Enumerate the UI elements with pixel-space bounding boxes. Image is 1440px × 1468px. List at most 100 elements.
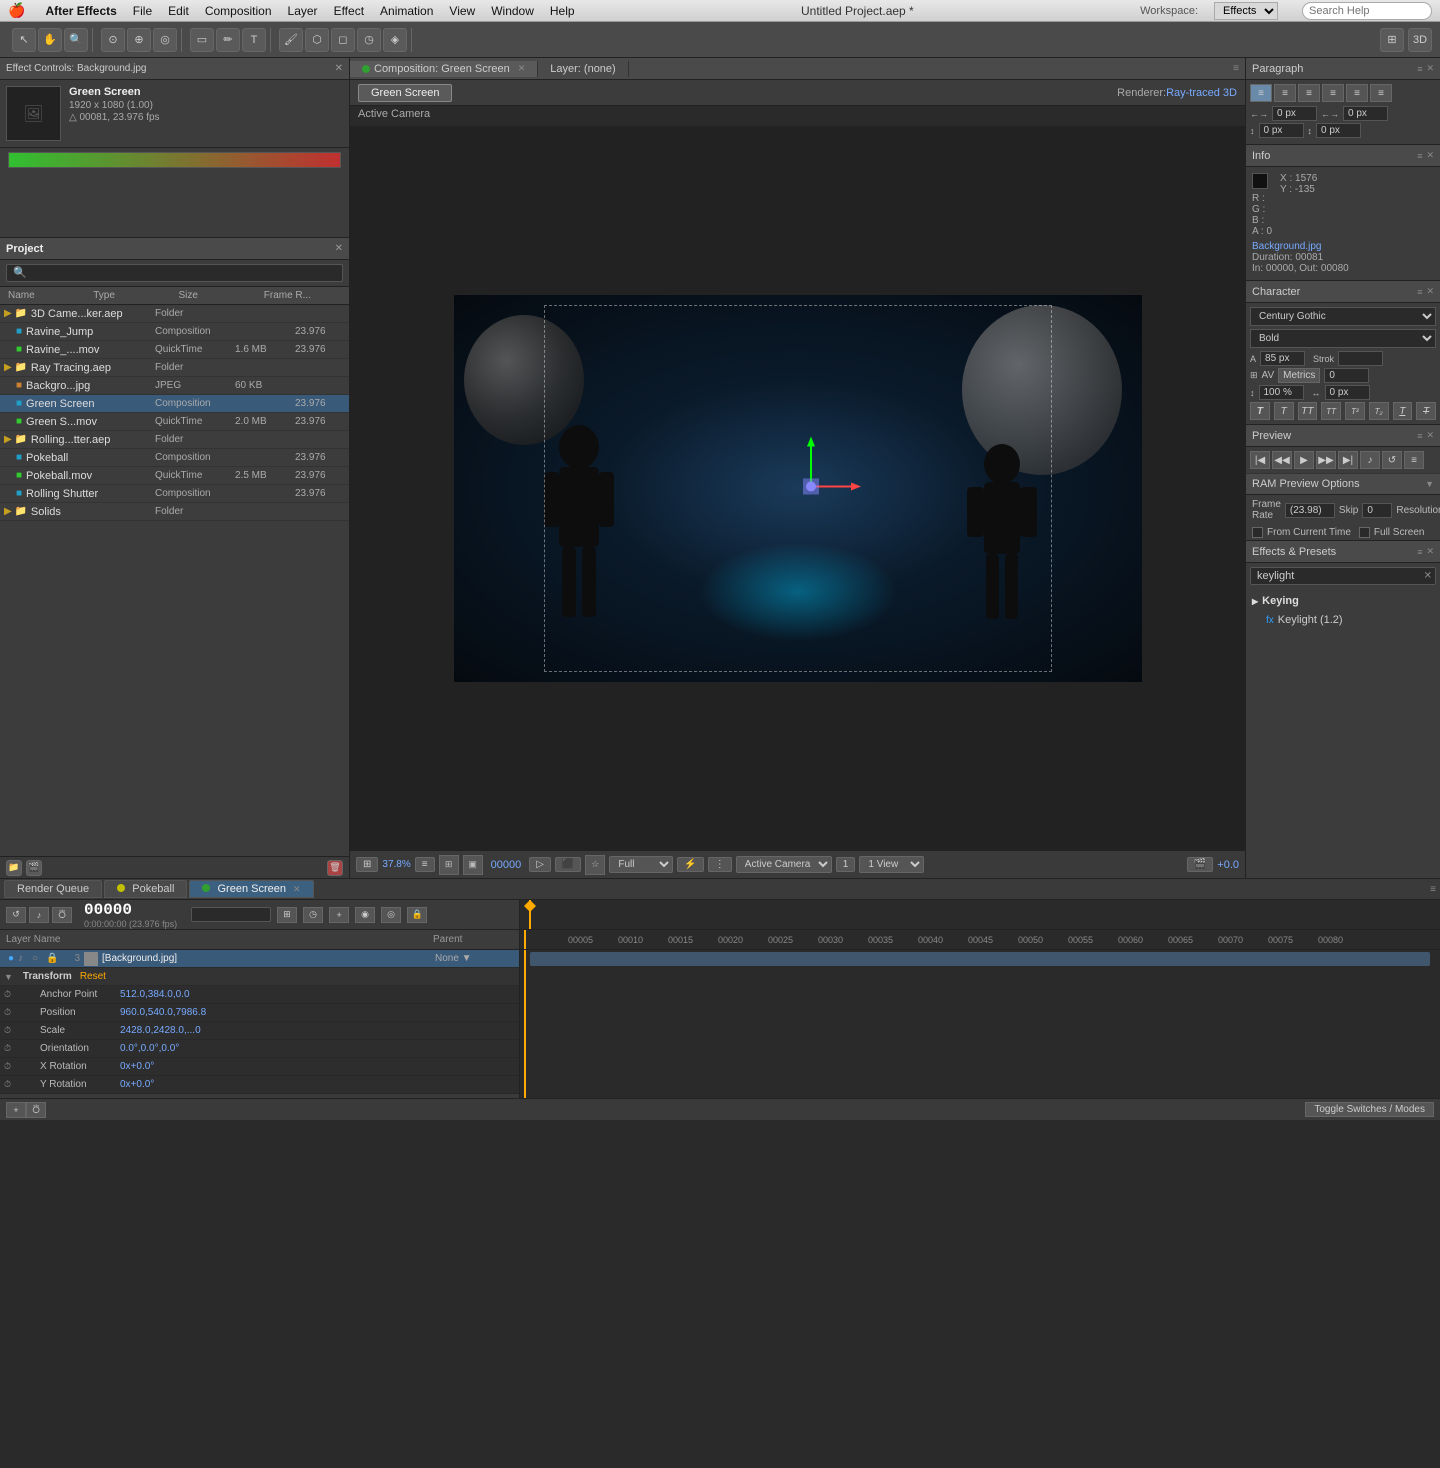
sub-btn[interactable]: T₂ bbox=[1369, 402, 1389, 420]
v-scale-input[interactable] bbox=[1259, 385, 1304, 400]
full-screen-checkbox[interactable] bbox=[1359, 527, 1370, 538]
render-btn[interactable]: 🎬 bbox=[1187, 857, 1213, 872]
h-scale-input[interactable] bbox=[1325, 385, 1370, 400]
text-tool[interactable]: T bbox=[242, 28, 266, 52]
layer-audio-btn[interactable]: ♪ bbox=[18, 953, 32, 964]
prev-frame-btn[interactable]: ◀◀ bbox=[1272, 451, 1292, 469]
file-row-greenscreen[interactable]: ■ Green Screen Composition 23.976 bbox=[0, 395, 349, 413]
preview-opt-btn[interactable]: ≡ bbox=[1404, 451, 1424, 469]
clone-tool[interactable]: ⬡ bbox=[305, 28, 329, 52]
file-row-pokeballmov[interactable]: ■ Pokeball.mov QuickTime 2.5 MB 23.976 bbox=[0, 467, 349, 485]
align-right-btn[interactable]: ≡ bbox=[1298, 84, 1320, 102]
anchor-stopwatch[interactable]: ⏱ bbox=[4, 989, 20, 1000]
zoom-display[interactable]: 37.8% bbox=[382, 859, 410, 870]
comp-options-btn[interactable]: ≡ bbox=[1227, 63, 1245, 74]
effect-controls-close[interactable]: ✕ bbox=[335, 63, 343, 74]
3d-btn[interactable]: 3D bbox=[1408, 28, 1432, 52]
orientation-value[interactable]: 0.0°,0.0°,0.0° bbox=[120, 1043, 179, 1054]
3d-btn[interactable]: ☆ bbox=[585, 855, 605, 875]
new-folder-btn[interactable]: 📁 bbox=[6, 860, 22, 876]
file-row-background[interactable]: ■ Backgro...jpg JPEG 60 KB bbox=[0, 377, 349, 395]
tl-roto-btn[interactable]: ◷ bbox=[303, 907, 323, 923]
allcaps-btn[interactable]: TT bbox=[1298, 402, 1318, 420]
effects-options[interactable]: ≡ bbox=[1417, 547, 1422, 557]
puppet-tool[interactable]: ◈ bbox=[383, 28, 407, 52]
menu-layer[interactable]: Layer bbox=[288, 4, 318, 18]
file-row-pokeball[interactable]: ■ Pokeball Composition 23.976 bbox=[0, 449, 349, 467]
renderer-value[interactable]: Ray-traced 3D bbox=[1166, 87, 1237, 99]
pen-tool[interactable]: ✏ bbox=[216, 28, 240, 52]
file-row-ravinemov[interactable]: ■ Ravine_....mov QuickTime 1.6 MB 23.976 bbox=[0, 341, 349, 359]
underline-btn[interactable]: T bbox=[1393, 402, 1413, 420]
project-close[interactable]: ✕ bbox=[335, 243, 343, 254]
align-justify-btn[interactable]: ≡ bbox=[1322, 84, 1344, 102]
transform-reset[interactable]: Reset bbox=[80, 971, 106, 982]
tl-solo-btn[interactable]: ◉ bbox=[355, 907, 375, 923]
hand-tool[interactable]: ✋ bbox=[38, 28, 62, 52]
tl-mode-btn[interactable]: ⊞ bbox=[277, 907, 297, 923]
effects-search-input[interactable] bbox=[1250, 567, 1436, 585]
space-after-input[interactable] bbox=[1316, 123, 1361, 138]
last-frame-btn[interactable]: ▶| bbox=[1338, 451, 1358, 469]
play-fwd-btn[interactable]: ▶▶ bbox=[1316, 451, 1336, 469]
camera-tool[interactable]: ⊙ bbox=[101, 28, 125, 52]
preview-options[interactable]: ≡ bbox=[1417, 431, 1422, 441]
green-screen-btn[interactable]: Green Screen bbox=[358, 84, 452, 102]
strikethrough-btn[interactable]: T bbox=[1416, 402, 1436, 420]
search-input[interactable] bbox=[1302, 2, 1432, 20]
xrotation-value[interactable]: 0x+0.0° bbox=[120, 1061, 154, 1072]
transform-triangle[interactable]: ▼ bbox=[4, 972, 13, 982]
apple-menu[interactable]: 🍎 bbox=[8, 2, 25, 19]
tab-green-screen[interactable]: Green Screen ✕ bbox=[189, 880, 313, 898]
space-before-input[interactable] bbox=[1259, 123, 1304, 138]
align-justify-last-left-btn[interactable]: ≡ bbox=[1346, 84, 1368, 102]
tl-graph-btn[interactable]: ⛣ bbox=[52, 907, 72, 923]
skip-input[interactable] bbox=[1362, 503, 1392, 518]
yrotation-stopwatch[interactable]: ⏱ bbox=[4, 1079, 20, 1090]
indent-left-input[interactable] bbox=[1272, 106, 1317, 121]
quality-select[interactable]: Full Half Third Quarter bbox=[609, 856, 673, 873]
layer-eye-btn[interactable]: ● bbox=[4, 952, 18, 966]
tl-add-btn[interactable]: + bbox=[329, 907, 349, 923]
pan-tool[interactable]: ⊕ bbox=[127, 28, 151, 52]
select-tool[interactable]: ↖ bbox=[12, 28, 36, 52]
position-stopwatch[interactable]: ⏱ bbox=[4, 1007, 20, 1018]
green-screen-tab-close[interactable]: ✕ bbox=[293, 884, 301, 894]
file-row-solids[interactable]: ▶ 📁 Solids Folder bbox=[0, 503, 349, 521]
project-search-input[interactable] bbox=[6, 264, 343, 282]
tl-timecode[interactable]: 00000 bbox=[84, 901, 177, 919]
xrotation-stopwatch[interactable]: ⏱ bbox=[4, 1061, 20, 1072]
tl-lock-btn[interactable]: 🔒 bbox=[407, 907, 427, 923]
menu-window[interactable]: Window bbox=[491, 4, 534, 18]
menu-animation[interactable]: Animation bbox=[380, 4, 433, 18]
yrotation-value[interactable]: 0x+0.0° bbox=[120, 1079, 154, 1090]
scale-stopwatch[interactable]: ⏱ bbox=[4, 1025, 20, 1036]
delete-btn[interactable]: 🗑 bbox=[327, 860, 343, 876]
smallcaps-btn[interactable]: TT bbox=[1321, 402, 1341, 420]
comp-tab-composition[interactable]: Composition: Green Screen ✕ bbox=[350, 61, 538, 77]
tl-layer-row-bg[interactable]: ● ♪ ○ 🔒 3 [Background.jpg] None ▼ bbox=[0, 950, 519, 968]
roto-tool[interactable]: ◷ bbox=[357, 28, 381, 52]
timeline-options[interactable]: ≡ bbox=[1430, 884, 1436, 895]
align-justify-all-btn[interactable]: ≡ bbox=[1370, 84, 1392, 102]
ram-preview-options[interactable]: ▼ bbox=[1425, 479, 1434, 489]
snap-btn[interactable]: ⊞ bbox=[1380, 28, 1404, 52]
eraser-tool[interactable]: ◻ bbox=[331, 28, 355, 52]
file-row-rolling[interactable]: ▶ 📁 Rolling...tter.aep Folder bbox=[0, 431, 349, 449]
tab-pokeball[interactable]: Pokeball bbox=[104, 880, 187, 898]
font-select[interactable]: Century Gothic bbox=[1250, 307, 1436, 326]
audio-btn[interactable]: ♪ bbox=[1360, 451, 1380, 469]
effects-close[interactable]: ✕ bbox=[1426, 546, 1434, 557]
anchor-point-value[interactable]: 512.0,384.0,0.0 bbox=[120, 989, 190, 1000]
play-btn[interactable]: ▶ bbox=[1294, 451, 1314, 469]
super-btn[interactable]: T² bbox=[1345, 402, 1365, 420]
preview-close[interactable]: ✕ bbox=[1426, 430, 1434, 441]
character-options[interactable]: ≡ bbox=[1417, 287, 1422, 297]
color-swatch[interactable] bbox=[1252, 173, 1268, 189]
frame-btn[interactable]: ⬛ bbox=[555, 857, 581, 872]
orbit-tool[interactable]: ◎ bbox=[153, 28, 177, 52]
tl-footer-add-btn[interactable]: + bbox=[6, 1102, 26, 1118]
layer-solo-btn[interactable]: ○ bbox=[32, 953, 46, 964]
tl-loop-btn[interactable]: ↺ bbox=[6, 907, 26, 923]
menu-composition[interactable]: Composition bbox=[205, 4, 272, 18]
